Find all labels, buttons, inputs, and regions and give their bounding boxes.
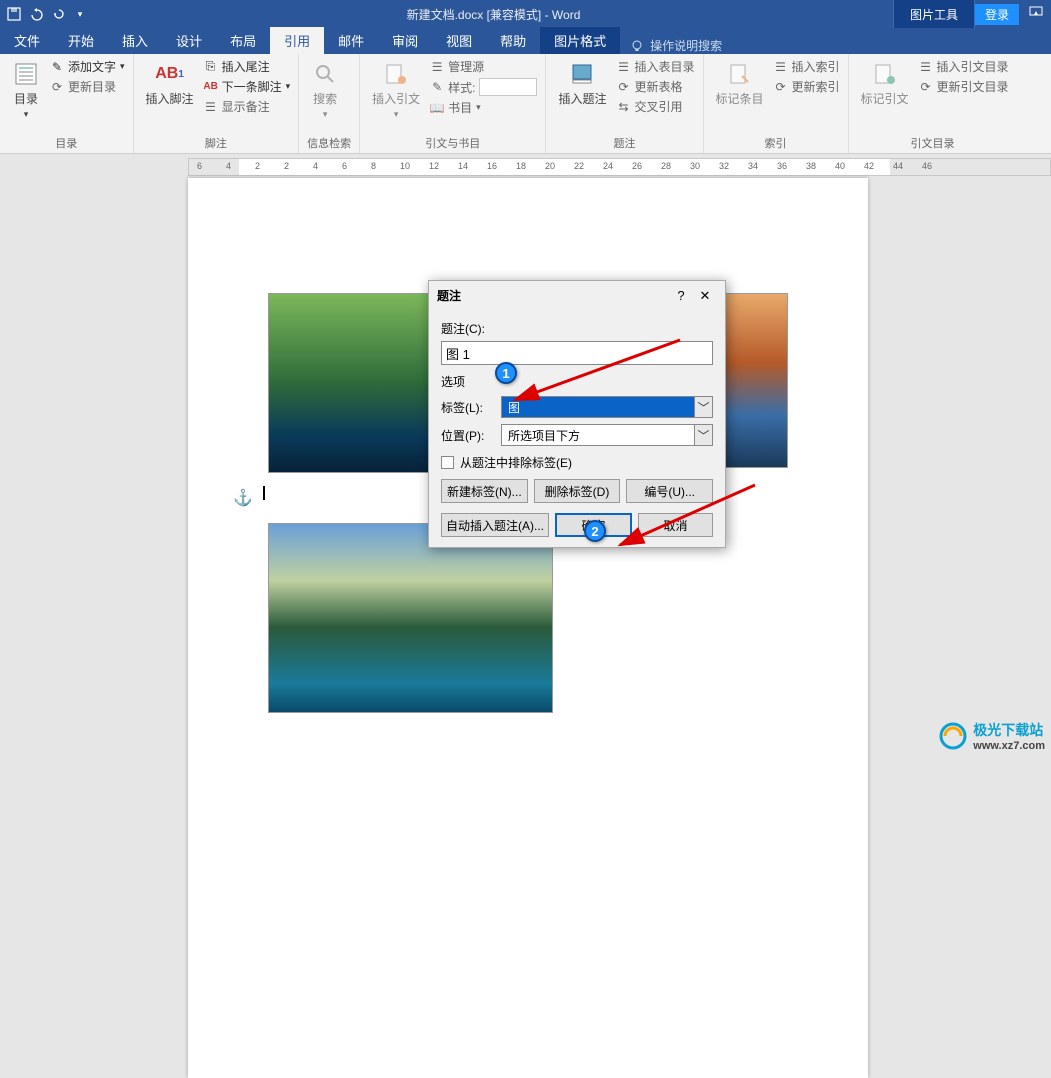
new-label-button[interactable]: 新建标签(N)... xyxy=(441,479,528,503)
label-field-label: 标签(L): xyxy=(441,399,493,416)
close-button[interactable]: ✕ xyxy=(693,288,717,304)
caption-input[interactable] xyxy=(441,341,713,365)
watermark-name: 极光下载站 xyxy=(973,722,1043,738)
ok-button[interactable]: 确定 xyxy=(555,513,632,537)
modal-mask: 题注 ? ✕ 题注(C): 选项 标签(L): 图 ﹀ 位置(P): 所选项目下… xyxy=(0,0,1051,756)
dialog-titlebar[interactable]: 题注 ? ✕ xyxy=(429,281,725,310)
position-select[interactable]: 所选项目下方 ﹀ xyxy=(501,424,713,446)
watermark-url: www.xz7.com xyxy=(973,740,1045,752)
caption-dialog: 题注 ? ✕ 题注(C): 选项 标签(L): 图 ﹀ 位置(P): 所选项目下… xyxy=(428,280,726,548)
chevron-down-icon[interactable]: ﹀ xyxy=(694,397,712,417)
exclude-label-text: 从题注中排除标签(E) xyxy=(460,454,572,471)
chevron-down-icon[interactable]: ﹀ xyxy=(694,425,712,445)
dialog-title: 题注 xyxy=(437,287,669,304)
auto-caption-button[interactable]: 自动插入题注(A)... xyxy=(441,513,549,537)
watermark-icon xyxy=(939,722,967,750)
position-select-value: 所选项目下方 xyxy=(502,427,694,444)
numbering-button[interactable]: 编号(U)... xyxy=(626,479,713,503)
cancel-button[interactable]: 取消 xyxy=(638,513,713,537)
options-label: 选项 xyxy=(441,373,713,390)
position-field-label: 位置(P): xyxy=(441,427,493,444)
help-button[interactable]: ? xyxy=(669,288,693,303)
caption-label: 题注(C): xyxy=(441,320,713,337)
label-select-value: 图 xyxy=(502,399,694,416)
label-select[interactable]: 图 ﹀ xyxy=(501,396,713,418)
delete-label-button[interactable]: 删除标签(D) xyxy=(534,479,621,503)
watermark: 极光下载站 www.xz7.com xyxy=(939,720,1045,752)
exclude-label-checkbox[interactable] xyxy=(441,456,454,469)
